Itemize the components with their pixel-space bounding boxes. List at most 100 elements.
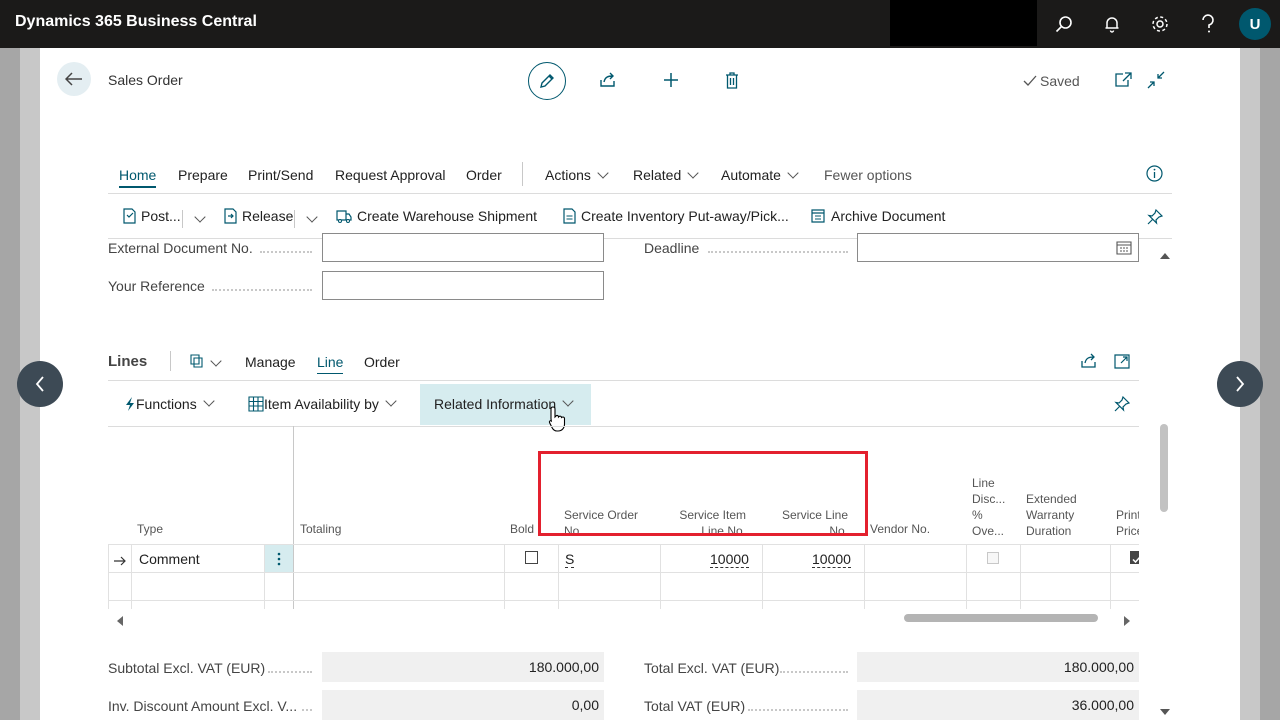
row-actions-button[interactable]	[265, 545, 293, 572]
chevron-down-icon	[787, 167, 799, 179]
info-icon[interactable]	[1146, 165, 1163, 185]
scroll-left-arrow[interactable]	[116, 613, 123, 629]
print-price-checkbox[interactable]	[1130, 551, 1139, 564]
create-warehouse-shipment-label: Create Warehouse Shipment	[357, 208, 538, 224]
create-warehouse-shipment-button[interactable]: Create Warehouse Shipment	[336, 208, 537, 224]
help-icon[interactable]	[1196, 12, 1220, 36]
delete-icon[interactable]	[722, 70, 742, 90]
scroll-right-arrow[interactable]	[1124, 613, 1131, 629]
lines-tab-manage[interactable]: Manage	[245, 354, 296, 370]
column-header-line-disc[interactable]: Line Disc... % Ove...	[972, 475, 1005, 539]
release-label: Release	[242, 208, 294, 224]
dotted-leader	[268, 671, 312, 673]
divider	[558, 544, 559, 609]
tab-home[interactable]: Home	[119, 167, 157, 188]
column-header-extended-warranty[interactable]: Extended Warranty Duration	[1026, 491, 1077, 539]
chevron-down-icon	[597, 167, 609, 179]
gear-icon[interactable]	[1148, 12, 1172, 36]
menu-automate[interactable]: Automate	[721, 167, 799, 183]
bell-icon[interactable]	[1100, 12, 1124, 36]
redacted-area	[890, 0, 1037, 46]
open-new-window-icon[interactable]	[1113, 70, 1133, 90]
divider	[108, 572, 1139, 573]
previous-record-button[interactable]	[17, 361, 63, 407]
column-header-vendor-no[interactable]: Vendor No.	[870, 521, 930, 537]
column-header-type[interactable]: Type	[137, 521, 163, 537]
header-line: Disc...	[972, 492, 1006, 506]
create-inventory-putaway-button[interactable]: Create Inventory Put-away/Pick...	[562, 208, 789, 224]
fewer-options-button[interactable]: Fewer options	[824, 167, 912, 183]
post-dropdown-button[interactable]	[188, 211, 206, 227]
tab-prepare[interactable]: Prepare	[178, 167, 228, 183]
divider	[170, 351, 171, 371]
lines-title: Lines	[108, 353, 148, 370]
subtotal-excl-vat-label: Subtotal Excl. VAT (EUR)	[108, 660, 266, 676]
divider	[108, 380, 1139, 381]
expand-lines-icon[interactable]	[1114, 353, 1131, 372]
total-excl-vat-label: Total Excl. VAT (EUR)	[644, 660, 780, 676]
deadline-input[interactable]	[857, 233, 1139, 262]
share-icon[interactable]	[598, 70, 618, 90]
related-information-label: Related Information	[434, 396, 557, 412]
pin-icon[interactable]	[1114, 395, 1131, 415]
calendar-icon[interactable]	[1116, 240, 1132, 258]
chevron-left-icon	[35, 376, 44, 392]
release-button[interactable]: Release	[223, 208, 293, 224]
new-icon[interactable]	[661, 70, 681, 90]
header-line: Extended	[1026, 492, 1077, 506]
scroll-down-arrow[interactable]	[1160, 703, 1170, 719]
vertical-scrollbar-thumb[interactable]	[1160, 424, 1168, 512]
post-label: Post...	[141, 208, 181, 224]
divider	[1110, 544, 1111, 609]
inv-discount-label: Inv. Discount Amount Excl. V...	[108, 698, 298, 714]
archive-document-button[interactable]: Archive Document	[810, 208, 945, 224]
functions-button[interactable]: Functions	[124, 395, 215, 412]
edit-button[interactable]	[528, 62, 566, 100]
service-order-no-cell[interactable]: S	[565, 551, 575, 568]
search-icon[interactable]	[1052, 12, 1076, 36]
total-vat-value: 36.000,00	[857, 690, 1139, 720]
service-item-line-no-cell[interactable]: 10000	[710, 551, 749, 568]
service-line-no-cell[interactable]: 10000	[812, 551, 851, 568]
external-document-no-input[interactable]	[322, 233, 604, 262]
column-header-bold[interactable]: Bold	[510, 521, 534, 537]
release-icon	[224, 208, 237, 224]
lines-tab-line[interactable]: Line	[317, 354, 344, 374]
menu-automate-label: Automate	[721, 167, 781, 183]
chevron-down-icon	[203, 395, 215, 407]
next-record-button[interactable]	[1217, 361, 1263, 407]
your-reference-label: Your Reference	[108, 278, 205, 294]
release-dropdown-button[interactable]	[300, 211, 318, 227]
menu-actions-label: Actions	[545, 167, 591, 183]
collapse-icon[interactable]	[1146, 70, 1166, 90]
create-inventory-putaway-label: Create Inventory Put-away/Pick...	[581, 208, 789, 224]
divider	[966, 544, 967, 609]
column-header-print-price[interactable]: Print Price	[1116, 507, 1139, 539]
post-button[interactable]: Post...	[122, 208, 181, 224]
menu-actions[interactable]: Actions	[545, 167, 609, 183]
item-availability-button[interactable]: Item Availability by	[248, 395, 397, 412]
tab-print-send[interactable]: Print/Send	[248, 167, 313, 183]
chevron-down-icon	[687, 167, 699, 179]
tab-order[interactable]: Order	[466, 167, 502, 183]
avatar[interactable]: U	[1239, 8, 1271, 40]
back-button[interactable]	[57, 62, 91, 96]
tab-request-approval[interactable]: Request Approval	[335, 167, 446, 183]
header-line: Line	[972, 476, 995, 490]
horizontal-scrollbar-thumb[interactable]	[904, 614, 1098, 622]
share-lines-icon[interactable]	[1080, 353, 1098, 372]
menu-related[interactable]: Related	[633, 167, 699, 183]
total-vat-label: Total VAT (EUR)	[644, 698, 746, 714]
lines-tab-order[interactable]: Order	[364, 354, 400, 370]
scroll-up-arrow[interactable]	[1160, 246, 1170, 262]
external-document-no-label: External Document No.	[108, 240, 253, 256]
view-options-button[interactable]	[188, 354, 222, 371]
bold-checkbox[interactable]	[525, 551, 538, 564]
chevron-down-icon	[385, 395, 397, 407]
column-header-totaling[interactable]: Totaling	[300, 521, 341, 537]
your-reference-input[interactable]	[322, 271, 604, 300]
row-type-cell[interactable]: Comment	[139, 551, 200, 567]
pin-icon[interactable]	[1147, 208, 1164, 228]
app-title[interactable]: Dynamics 365 Business Central	[15, 13, 257, 31]
divider	[660, 544, 661, 609]
